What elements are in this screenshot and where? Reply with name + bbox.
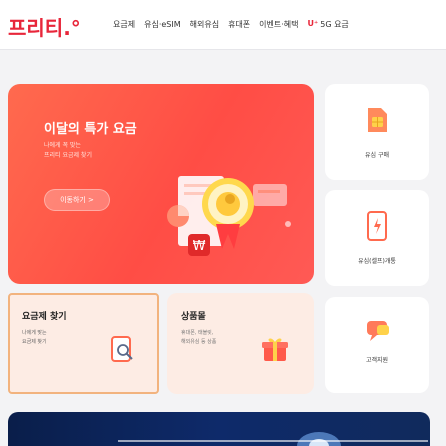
find-plan-card[interactable]: 요금제 찾기 나에게 맞는 요금제 찾기 <box>8 293 159 394</box>
find-plan-title: 요금제 찾기 <box>22 312 67 322</box>
side-card-label: 유심 구매 <box>365 152 389 159</box>
brand-logo[interactable]: 프리티.° <box>8 12 81 41</box>
product-mall-desc: 휴대폰, 태블릿, 해외유심 등 상품 <box>181 329 216 347</box>
sim-card-icon <box>368 108 387 132</box>
side-card-usim-buy[interactable]: 유심 구매 <box>325 84 429 180</box>
main-nav: 요금제 유심·eSIM 해외유심 휴대폰 이벤트·혜택 U⁺ 5G 요금 <box>113 19 358 30</box>
hero-title: 이달의 특가 요금 <box>44 122 137 137</box>
hero-subtitle-line: 나에게 꼭 맞는 <box>44 142 81 149</box>
nav-usim-esim[interactable]: 유심·eSIM <box>144 19 181 30</box>
find-plan-desc: 나에게 맞는 요금제 찾기 <box>22 329 47 347</box>
hero-subtitle: 나에게 꼭 맞는 프리티 요금제 찾기 <box>44 141 92 161</box>
hero-illustration-icon: ₩ <box>167 176 291 256</box>
product-mall-title: 상품몰 <box>181 312 206 322</box>
nav-5g-plans[interactable]: 5G 요금 <box>320 19 349 30</box>
find-plan-desc-line: 요금제 찾기 <box>22 339 47 345</box>
phone-activation-icon <box>367 211 387 241</box>
product-mall-card[interactable]: 상품몰 휴대폰, 태블릿, 해외유심 등 상품 <box>167 293 314 394</box>
side-card-label: 고객지원 <box>365 357 389 364</box>
nav-plans[interactable]: 요금제 <box>113 19 135 30</box>
gift-box-icon <box>262 338 288 361</box>
product-mall-desc-line: 휴대폰, 태블릿, <box>181 330 214 336</box>
hero-banner[interactable]: 이달의 특가 요금 나에게 꼭 맞는 프리티 요금제 찾기 이동하기 > ₩ <box>8 84 314 284</box>
product-mall-desc-line: 해외유심 등 상품 <box>181 339 217 345</box>
side-card-self-activation[interactable]: 유심(셀프)개통 <box>325 190 429 286</box>
search-document-icon <box>111 336 133 362</box>
customer-support-icon <box>367 321 389 341</box>
nav-overseas-usim[interactable]: 해외유심 <box>190 19 219 30</box>
nav-phones[interactable]: 휴대폰 <box>228 19 250 30</box>
top-header: 프리티.° 요금제 유심·eSIM 해외유심 휴대폰 이벤트·혜택 U⁺ 5G … <box>0 0 446 50</box>
side-card-label: 유심(셀프)개통 <box>358 258 396 265</box>
banner-decoration-icon <box>118 432 428 446</box>
find-plan-desc-line: 나에게 맞는 <box>22 330 47 336</box>
hero-subtitle-line: 프리티 요금제 찾기 <box>44 152 92 159</box>
hero-go-button[interactable]: 이동하기 > <box>44 189 110 211</box>
uplus-mark: U⁺ <box>307 19 319 28</box>
nav-events[interactable]: 이벤트·혜택 <box>259 19 298 30</box>
bottom-promo-banner[interactable] <box>8 412 430 446</box>
side-card-customer-support[interactable]: 고객지원 <box>325 297 429 393</box>
svg-text:₩: ₩ <box>193 239 206 254</box>
